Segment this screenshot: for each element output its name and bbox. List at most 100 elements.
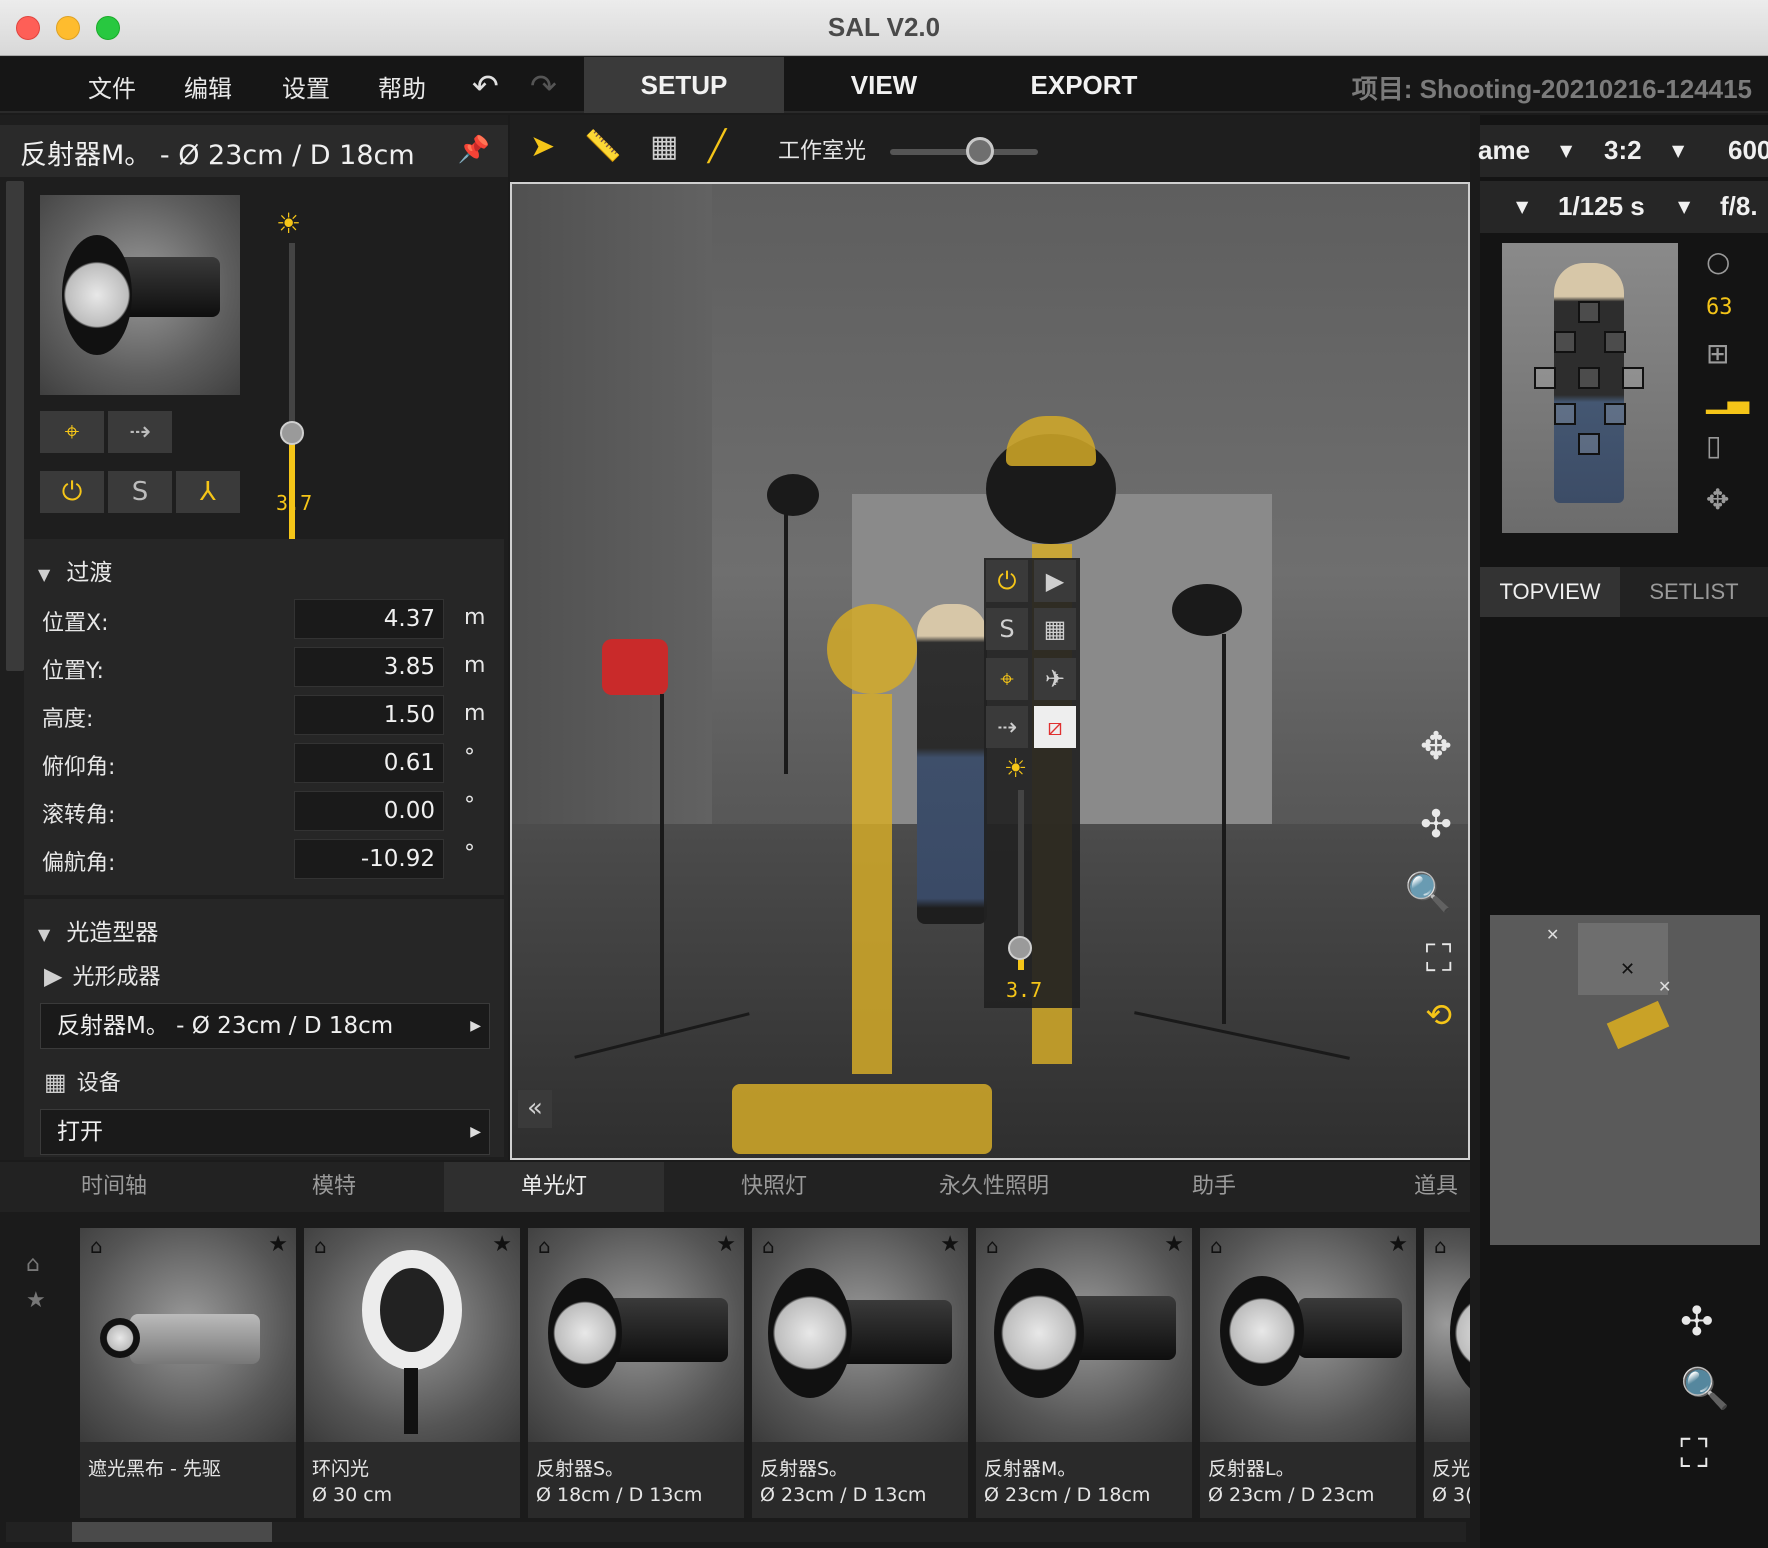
tab-timeline[interactable]: 时间轴 <box>4 1162 224 1212</box>
solo-button[interactable]: S <box>108 471 172 513</box>
dropdown-arrow-icon[interactable]: ▼ <box>1560 141 1572 160</box>
reset-view-icon[interactable]: ⟲ <box>1425 996 1452 1034</box>
orbit-icon[interactable]: ✥ <box>1420 724 1452 768</box>
target-icon[interactable]: ⌖ <box>986 658 1028 700</box>
solo-icon[interactable]: S <box>986 608 1028 650</box>
favorite-star-icon[interactable]: ★ <box>716 1232 736 1257</box>
zoom-icon[interactable]: 🔍 <box>1680 1365 1730 1412</box>
tab-props[interactable]: 道具 <box>1324 1162 1470 1212</box>
modifier-header[interactable]: ▼ 光造型器 <box>38 913 158 947</box>
library-card[interactable]: ⌂ ★ 反射器S。 Ø 18cm / D 13cm <box>528 1228 744 1518</box>
favorite-star-icon[interactable]: ★ <box>268 1232 288 1257</box>
shaper-dropdown[interactable]: 反射器M。 - Ø 23cm / D 18cm ▶ <box>40 1003 490 1049</box>
float-power-knob[interactable] <box>1008 936 1032 960</box>
selected-lights-marker[interactable] <box>1606 1000 1670 1050</box>
menu-edit[interactable]: 编辑 <box>184 69 232 104</box>
panel-scrollbar[interactable] <box>6 181 24 671</box>
shutter-speed[interactable]: 1/125 s <box>1558 191 1645 222</box>
favorites-filter-icon[interactable]: ★ <box>26 1288 46 1313</box>
power-slider-knob[interactable] <box>280 421 304 445</box>
undo-icon[interactable]: ↶ <box>472 67 499 105</box>
library-card[interactable]: ⌂ ★ 反射器M。 Ø 23cm / D 18cm <box>976 1228 1192 1518</box>
lens-value[interactable]: 600 <box>1728 135 1768 166</box>
measure-ruler-icon[interactable]: 📏 <box>584 129 621 164</box>
power-button[interactable]: ⏻ <box>40 471 104 513</box>
home-filter-icon[interactable]: ⌂ <box>26 1252 40 1277</box>
roll-field[interactable]: 0.00 <box>294 791 444 831</box>
pos-x-field[interactable]: 4.37 <box>294 599 444 639</box>
favorite-star-icon[interactable]: ★ <box>1388 1232 1408 1257</box>
menu-help[interactable]: 帮助 <box>378 69 426 104</box>
library-card[interactable]: ⌂ ★ 反射器L。 Ø 23cm / D 23cm <box>1200 1228 1416 1518</box>
tab-continuous-lights[interactable]: 永久性照明 <box>884 1162 1104 1212</box>
height-field[interactable]: 1.50 <box>294 695 444 735</box>
redo-icon[interactable]: ↷ <box>530 67 557 105</box>
studio-light-slider[interactable] <box>890 149 1038 155</box>
library-card[interactable]: ⌂ ★ 遮光黑布 - 先驱 <box>80 1228 296 1518</box>
tab-export[interactable]: EXPORT <box>984 57 1184 113</box>
device-dropdown[interactable]: 打开 ▶ <box>40 1109 490 1155</box>
zoom-icon[interactable]: 🔍 <box>1405 870 1452 915</box>
menu-file[interactable]: 文件 <box>88 69 136 104</box>
pos-y-field[interactable]: 3.85 <box>294 647 444 687</box>
line-tool-icon[interactable]: ╱ <box>708 129 726 164</box>
pitch-field[interactable]: 0.61 <box>294 743 444 783</box>
right-light-head[interactable] <box>1172 584 1242 636</box>
select-arrow-icon[interactable]: ➤ <box>530 129 555 164</box>
pin-icon[interactable]: 📌 <box>458 135 490 165</box>
model-figure[interactable] <box>917 604 987 924</box>
library-card[interactable]: ⌂ 反光 Ø 3( <box>1424 1228 1470 1518</box>
pan-icon[interactable]: ✣ <box>1680 1299 1714 1345</box>
library-card[interactable]: ⌂ ★ 反射器S。 Ø 23cm / D 13cm <box>752 1228 968 1518</box>
frame-icon[interactable]: ▯ <box>1706 429 1721 462</box>
light-marker-icon[interactable]: ✕ <box>1546 925 1559 944</box>
topview-map[interactable]: ✕ ✕ ✕ <box>1490 915 1760 1245</box>
small-light-head[interactable] <box>767 474 819 516</box>
tab-setlist[interactable]: SETLIST <box>1620 567 1768 617</box>
aspect-ratio[interactable]: 3:2 <box>1604 135 1642 166</box>
dropdown-arrow-icon[interactable]: ▼ <box>1678 197 1690 216</box>
yaw-field[interactable]: -10.92 <box>294 839 444 879</box>
library-scrollbar-thumb[interactable] <box>72 1522 272 1542</box>
histogram-icon[interactable]: ▁▃ <box>1706 381 1749 414</box>
tab-topview[interactable]: TOPVIEW <box>1480 567 1620 617</box>
walk-icon[interactable]: ⇢ <box>986 706 1028 748</box>
tab-view[interactable]: VIEW <box>784 57 984 113</box>
aperture[interactable]: f/8. <box>1720 191 1758 222</box>
aperture-circle-icon[interactable]: ○ <box>1706 245 1730 278</box>
power-icon[interactable]: ⏻ <box>986 560 1028 602</box>
tab-snapshot-lights[interactable]: 快照灯 <box>664 1162 884 1212</box>
red-light-head[interactable] <box>602 639 668 695</box>
collapse-panel-button[interactable]: « <box>518 1090 552 1128</box>
library-card[interactable]: ⌂ ★ 环闪光 Ø 30 cm <box>304 1228 520 1518</box>
selected-light-head[interactable] <box>827 604 917 694</box>
grid-device-icon[interactable]: ▦ <box>1034 608 1076 650</box>
hairdryer-icon[interactable]: ✈ <box>1034 658 1076 700</box>
camera-preview[interactable] <box>1502 243 1678 533</box>
dropdown-arrow-icon[interactable]: ▼ <box>1516 197 1528 216</box>
fit-view-icon[interactable]: ⛶ <box>1425 936 1452 981</box>
3d-viewport[interactable]: ⏻ ▶ S ▦ ⌖ ✈ ⇢ ⧄ ☀ 3.7 ✥ ✣ 🔍 ⛶ ⟲ « <box>510 182 1470 1160</box>
favorite-star-icon[interactable]: ★ <box>492 1232 512 1257</box>
target-button[interactable]: ⌖ <box>40 411 104 453</box>
favorite-star-icon[interactable]: ★ <box>940 1232 960 1257</box>
shaper-icon[interactable]: ▶ <box>1034 560 1076 602</box>
walk-to-button[interactable]: ⇢ <box>108 411 172 453</box>
dropdown-arrow-icon[interactable]: ▼ <box>1672 141 1684 160</box>
menu-settings[interactable]: 设置 <box>282 69 330 104</box>
focus-grid-icon[interactable]: ⊞ <box>1706 337 1729 370</box>
stand-button[interactable]: ⅄ <box>176 471 240 513</box>
no-gel-icon[interactable]: ⧄ <box>1034 706 1076 748</box>
tab-single-lights[interactable]: 单光灯 <box>444 1162 664 1212</box>
tab-models[interactable]: 模特 <box>224 1162 444 1212</box>
fit-view-icon[interactable]: ⛶ <box>1680 1431 1708 1477</box>
pan-icon[interactable]: ✣ <box>1420 802 1452 846</box>
grid-icon[interactable]: ▦ <box>650 129 678 164</box>
tab-setup[interactable]: SETUP <box>584 57 784 113</box>
light-marker-icon[interactable]: ✕ <box>1658 977 1671 996</box>
tab-assistants[interactable]: 助手 <box>1104 1162 1324 1212</box>
transform-header[interactable]: ▼ 过渡 <box>38 553 112 587</box>
orbit-icon[interactable]: ✥ <box>1706 483 1729 516</box>
library-scrollbar[interactable] <box>6 1522 1466 1542</box>
favorite-star-icon[interactable]: ★ <box>1164 1232 1184 1257</box>
